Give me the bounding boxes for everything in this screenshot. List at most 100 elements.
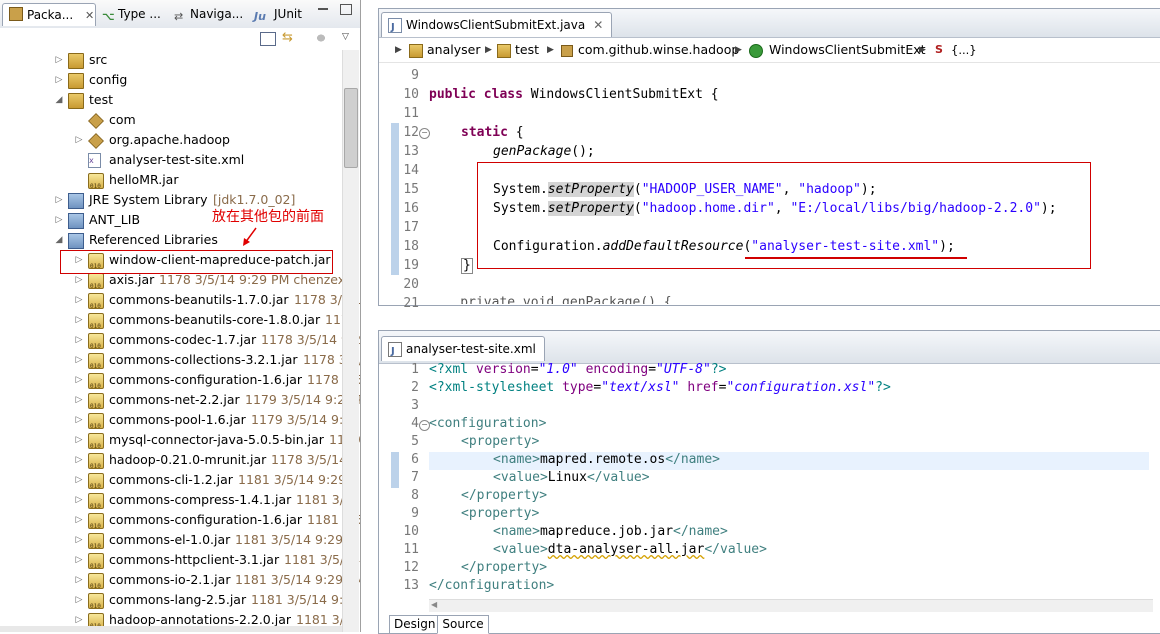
collapsed-twisty-icon[interactable]: ▷ <box>74 570 84 590</box>
tree-item[interactable]: ◢ test <box>0 90 340 110</box>
collapsed-twisty-icon[interactable]: ▷ <box>74 530 84 550</box>
code-line-21[interactable]: private void genPackage() { <box>429 295 671 304</box>
jar-icon <box>88 453 104 477</box>
collapse-all-icon[interactable] <box>260 32 276 46</box>
code-line-19[interactable]: } <box>461 258 473 274</box>
code-line-10[interactable]: public class WindowsClientSubmitExt { <box>429 87 719 102</box>
view-menu-icon[interactable] <box>314 32 328 44</box>
tab-design[interactable]: Design <box>389 615 439 634</box>
breadcrumb-class[interactable]: WindowsClientSubmitExt <box>769 38 926 62</box>
collapsed-twisty-icon[interactable]: ▷ <box>54 210 64 230</box>
tree-item[interactable]: ▷commons-collections-3.2.1.jar1178 3/5/ <box>0 350 360 377</box>
collapsed-twisty-icon[interactable]: ▷ <box>74 390 84 410</box>
tree-item[interactable]: ▷ commons-cli-1.2.jar 1181 3/5/14 9:29 P <box>0 470 358 497</box>
collapsed-twisty-icon[interactable]: ▷ <box>74 370 84 390</box>
chevron-right-icon: ▶ <box>547 45 554 55</box>
collapsed-twisty-icon[interactable]: ▷ <box>54 50 64 70</box>
horizontal-scrollbar[interactable] <box>0 626 342 632</box>
xml-line-9[interactable]: <property> <box>461 506 539 521</box>
collapsed-twisty-icon[interactable]: ▷ <box>74 590 84 610</box>
close-icon[interactable]: ✕ <box>593 18 603 32</box>
tab-analyser-test-site-xml[interactable]: analyser-test-site.xml <box>381 336 545 364</box>
collapsed-twisty-icon[interactable]: ▷ <box>74 450 84 470</box>
expanded-twisty-icon[interactable]: ◢ <box>54 230 64 250</box>
tree-item[interactable]: ▷commons-configuration-1.6.jar1181 3/5 <box>0 510 360 537</box>
code-line-13[interactable]: genPackage(); <box>493 144 595 159</box>
tree-item[interactable]: ▷commons-pool-1.6.jar1179 3/5/14 9:29 <box>0 410 360 437</box>
horizontal-scrollbar[interactable]: ◀ <box>429 599 1153 612</box>
tree-item[interactable]: ▷commons-beanutils-1.7.0.jar1178 3/5/14 <box>0 290 360 317</box>
collapsed-twisty-icon[interactable]: ▷ <box>74 410 84 430</box>
xml-line-2[interactable]: <?xml-stylesheet type="text/xsl" href="c… <box>429 380 891 395</box>
tab-windows-client-submit-ext[interactable]: WindowsClientSubmitExt.java ✕ <box>381 12 613 40</box>
tree-item[interactable]: ▷commons-lang-2.5.jar1181 3/5/14 9:29 <box>0 590 360 617</box>
collapsed-twisty-icon[interactable]: ▷ <box>74 130 84 150</box>
maximize-icon[interactable] <box>340 4 352 15</box>
scrollbar-thumb[interactable] <box>344 88 358 168</box>
tab-junit[interactable]: Ju JUnit <box>254 3 302 25</box>
tree-item[interactable]: ▷commons-codec-1.7.jar1178 3/5/14 9:2 <box>0 330 360 357</box>
collapsed-twisty-icon[interactable]: ▷ <box>74 350 84 370</box>
code-line-12[interactable]: static { <box>461 125 524 140</box>
tree-item[interactable]: ▷ src <box>0 50 340 70</box>
collapsed-twisty-icon[interactable]: ▷ <box>54 70 64 90</box>
xml-tag: <value> <box>493 470 548 485</box>
collapsed-twisty-icon[interactable]: ▷ <box>74 290 84 310</box>
breadcrumb-project[interactable]: analyser <box>427 38 480 62</box>
xml-line-1[interactable]: <?xml version="1.0" encoding="UTF-8"?> <box>429 362 726 377</box>
tree-item[interactable]: ◢ Referenced Libraries <box>0 230 340 250</box>
xml-line-8[interactable]: </property> <box>461 488 547 503</box>
xml-line-10[interactable]: <name>mapreduce.job.jar</name> <box>493 524 728 539</box>
xml-line-4[interactable]: <configuration> <box>429 416 546 431</box>
expanded-twisty-icon[interactable]: ◢ <box>54 90 64 110</box>
collapsed-twisty-icon[interactable]: ▷ <box>74 470 84 490</box>
tree-item[interactable]: ▷ org.apache.hadoop <box>0 130 340 150</box>
xml-value: "configuration.xsl" <box>726 380 876 395</box>
tree-item[interactable]: ▷commons-configuration-1.6.jar1178 3/5 <box>0 370 360 397</box>
chevron-down-icon[interactable]: ▽ <box>342 32 356 44</box>
xml-line-5[interactable]: <property> <box>461 434 539 449</box>
tab-source[interactable]: Source <box>437 615 489 634</box>
collapsed-twisty-icon[interactable]: ▷ <box>74 510 84 530</box>
tab-package-explorer[interactable]: Packa... ✕ <box>2 3 96 26</box>
breadcrumb-member[interactable]: {...} <box>951 38 977 62</box>
tree-item[interactable]: com <box>0 110 340 130</box>
java-file-icon <box>388 16 402 40</box>
tree-item[interactable]: ▷commons-compress-1.4.1.jar1181 3/5/ <box>0 490 357 517</box>
tree-item-label: commons-codec-1.7.jar <box>109 332 257 347</box>
line-number: 11 <box>403 106 419 121</box>
breadcrumb-folder[interactable]: test <box>515 38 539 62</box>
jar-icon <box>88 513 104 537</box>
tree-item[interactable]: ▷commons-beanutils-core-1.8.0.jar1178 <box>0 310 357 337</box>
xml-line-13[interactable]: </configuration> <box>429 578 554 593</box>
annotation-arrow <box>243 227 257 246</box>
collapsed-twisty-icon[interactable]: ▷ <box>74 310 84 330</box>
collapsed-twisty-icon[interactable]: ▷ <box>74 330 84 350</box>
xml-line-7[interactable]: <value>Linux</value> <box>493 470 650 485</box>
link-with-editor-icon[interactable]: ⇆ <box>282 31 296 44</box>
tree-item[interactable]: ▷hadoop-0.21.0-mrunit.jar1178 3/5/14 9 <box>0 450 359 477</box>
tree-item[interactable]: x analyser-test-site.xml <box>0 150 340 170</box>
xml-line-12[interactable]: </property> <box>461 560 547 575</box>
tree-item[interactable]: ▷ commons-el-1.0.jar 1181 3/5/14 9:29 P <box>0 530 355 557</box>
collapsed-twisty-icon[interactable]: ▷ <box>74 430 84 450</box>
tree-item[interactable]: ▷commons-net-2.2.jar1179 3/5/14 9:29 P <box>0 390 360 417</box>
collapsed-twisty-icon[interactable]: ▷ <box>74 550 84 570</box>
xml-line-11[interactable]: <value>dta-analyser-all.jar</value> <box>493 542 767 557</box>
collapsed-twisty-icon[interactable]: ▷ <box>54 190 64 210</box>
tree-item[interactable]: ▷commons-httpclient-3.1.jar1181 3/5/14 <box>0 550 360 577</box>
xml-tag: </name> <box>673 524 728 539</box>
tab-navigator[interactable]: ⇄ Naviga... <box>174 3 243 25</box>
fold-icon[interactable]: − <box>419 128 430 139</box>
xml-line-6[interactable]: <name>mapred.remote.os</name> <box>493 452 720 467</box>
tree-item[interactable]: helloMR.jar <box>0 170 340 197</box>
tree-item[interactable]: ▷ config <box>0 70 340 90</box>
tab-type-hierarchy[interactable]: ⌥ Type ... <box>102 3 161 25</box>
minimize-icon[interactable] <box>318 8 328 10</box>
breadcrumb-package[interactable]: com.github.winse.hadoop <box>578 38 739 62</box>
tree-item[interactable]: ▷commons-io-2.1.jar1181 3/5/14 9:29 PM <box>0 570 360 597</box>
scroll-left-icon[interactable]: ◀ <box>431 600 437 609</box>
close-icon[interactable]: ✕ <box>85 9 94 22</box>
tree-item[interactable]: ▷mysql-connector-java-5.0.5-bin.jar1179 <box>0 430 360 457</box>
collapsed-twisty-icon[interactable]: ▷ <box>74 490 84 510</box>
